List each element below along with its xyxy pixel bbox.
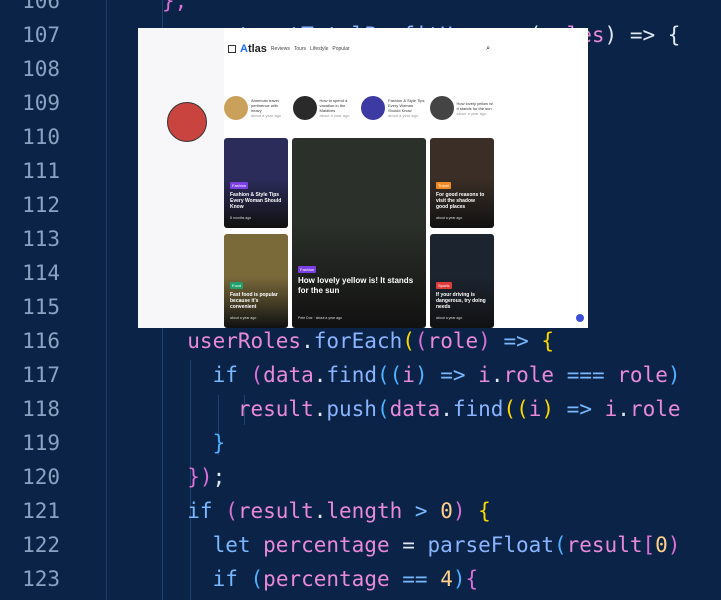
line-number: 121	[22, 499, 60, 523]
article-card[interactable]: Food Fast food is popular because it's co…	[224, 234, 288, 328]
line-number: 115	[22, 295, 60, 319]
category-badge[interactable]: Fashion	[230, 182, 249, 189]
article-meta: about a year ago	[436, 216, 463, 220]
article-title[interactable]: Fashion & Style Tips Every Woman Should …	[230, 192, 282, 210]
line-number: 110	[22, 125, 60, 149]
search-icon[interactable]: ⌕	[486, 45, 490, 53]
article-meta: 8 months ago	[230, 216, 252, 220]
red-cursor-indicator	[167, 102, 207, 142]
line-number: 120	[22, 465, 60, 489]
line-number: 112	[22, 193, 60, 217]
article-card[interactable]: Travel For good reasons to visit the shad…	[430, 138, 494, 228]
featured-title: How to spend a vacation in the Maldives a…	[320, 98, 358, 118]
code-line: let percentage = parseFloat(result[0)	[162, 533, 681, 557]
code-line: });	[162, 465, 226, 489]
article-title[interactable]: If your driving is dangerous, try doing …	[436, 292, 488, 310]
line-number: 113	[22, 227, 60, 251]
code-line: }	[162, 431, 226, 455]
line-number: 116	[22, 329, 60, 353]
featured-thumbnail	[292, 96, 317, 120]
category-badge[interactable]: Travel	[436, 182, 451, 189]
line-number: 108	[22, 57, 60, 81]
featured-meta: about a year ago	[388, 113, 419, 118]
category-badge[interactable]: Sports	[436, 282, 452, 289]
featured-title: How lovely yellow is! It stands for the …	[456, 100, 494, 116]
menu-grid-icon[interactable]	[228, 45, 236, 53]
featured-thumbnail	[224, 96, 248, 120]
line-number: 118	[22, 397, 60, 421]
code-line: if (result.length > 0) {	[162, 499, 491, 523]
article-meta: about a year ago	[436, 316, 463, 320]
nav-item[interactable]: Tours	[294, 46, 306, 52]
preview-left-margin	[138, 28, 224, 328]
line-number: 117	[22, 363, 60, 387]
line-number: 106	[22, 0, 60, 13]
line-number: 122	[22, 533, 60, 557]
featured-meta: about a year ago	[456, 110, 487, 116]
gutter-divider	[106, 0, 107, 600]
chat-bubble-icon[interactable]	[576, 314, 584, 322]
article-title[interactable]: Fast food is popular because it's conven…	[230, 292, 282, 310]
line-number: 107	[22, 23, 60, 47]
code-line: },	[162, 0, 188, 13]
featured-title: Fashion & Style Tips Every Woman Should …	[388, 98, 425, 118]
line-number: 109	[22, 91, 60, 115]
featured-strip: American travel pertinence with heavy abo…	[224, 90, 494, 126]
line-number: 119	[22, 431, 60, 455]
code-line: if (percentage == 4){	[162, 567, 479, 591]
nav-item[interactable]: Reviews	[271, 46, 290, 52]
nav-item[interactable]: Lifestyle	[310, 46, 328, 52]
article-meta: about a year ago	[230, 316, 257, 320]
featured-thumbnail	[361, 96, 385, 120]
article-cards-grid: Fashion Fashion & Style Tips Every Woman …	[224, 138, 494, 328]
featured-item[interactable]: How to spend a vacation in the Maldives a…	[292, 90, 358, 126]
featured-meta: about a year ago	[319, 113, 350, 118]
article-card[interactable]: Sports If your driving is dangerous, try …	[430, 234, 494, 328]
code-line: if (data.find((i) => i.role === role)	[162, 363, 681, 387]
featured-title: American travel pertinence with heavy abo…	[251, 98, 289, 118]
line-number: 123	[22, 567, 60, 591]
featured-thumbnail	[429, 96, 454, 120]
code-line: userRoles.forEach((role) => {	[162, 329, 555, 353]
nav-item[interactable]: Popular	[332, 46, 349, 52]
featured-item[interactable]: Fashion & Style Tips Every Woman Should …	[361, 90, 426, 126]
article-card[interactable]: Fashion How lovely yellow is! It stands f…	[292, 138, 426, 328]
category-badge[interactable]: Food	[230, 282, 244, 289]
line-number: 114	[22, 261, 60, 285]
article-title[interactable]: For good reasons to visit the shadow goo…	[436, 192, 488, 210]
featured-item[interactable]: American travel pertinence with heavy abo…	[224, 90, 289, 126]
line-number: 111	[22, 159, 60, 183]
article-card[interactable]: Fashion Fashion & Style Tips Every Woman …	[224, 138, 288, 228]
article-title[interactable]: How lovely yellow is! It stands for the …	[298, 276, 420, 296]
featured-item[interactable]: How lovely yellow is! It stands for the …	[429, 90, 495, 126]
article-meta: Pete Doe · about a year ago	[298, 316, 342, 320]
website-preview-overlay[interactable]: Atlas Reviews Tours Lifestyle Popular ⌕ …	[138, 28, 588, 328]
category-badge[interactable]: Fashion	[298, 266, 317, 273]
code-line: result.push(data.find((i) => i.role	[162, 397, 681, 421]
site-logo[interactable]: Atlas	[240, 43, 267, 55]
site-navbar: Atlas Reviews Tours Lifestyle Popular ⌕	[224, 36, 494, 62]
featured-meta: about a year ago	[251, 113, 282, 118]
